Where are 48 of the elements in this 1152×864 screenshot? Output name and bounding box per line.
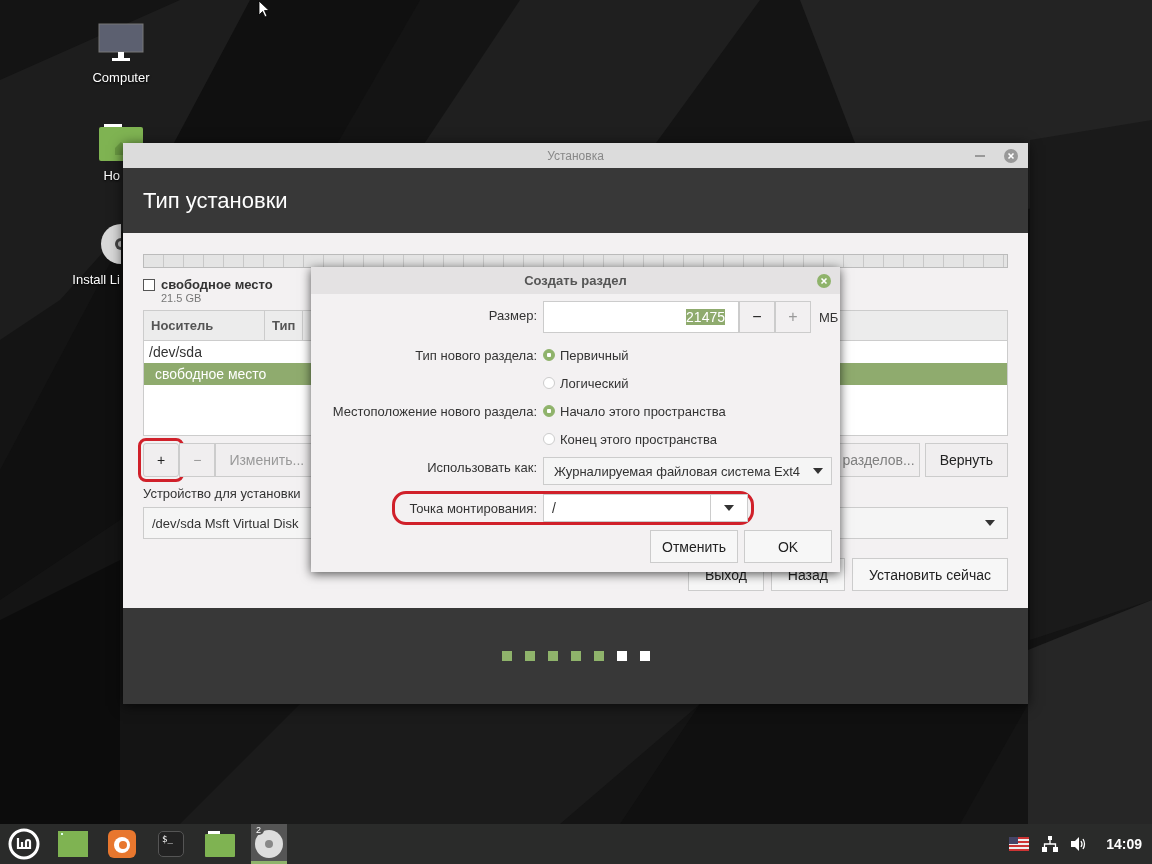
menu-icon: [8, 828, 40, 860]
computer-icon[interactable]: [97, 22, 145, 64]
dialog-button[interactable]: OK: [744, 530, 832, 563]
field-label: Местоположение нового раздела:: [331, 402, 537, 421]
checkbox[interactable]: [143, 278, 155, 291]
caret-icon: [985, 520, 995, 526]
mouse-cursor-icon: [258, 0, 270, 18]
radio-option[interactable]: Логический: [543, 369, 839, 397]
radio-option[interactable]: Начало этого пространства: [543, 397, 839, 425]
taskbar-app[interactable]: 2: [251, 824, 287, 864]
partition-button[interactable]: Вернуть: [924, 443, 1008, 477]
nav-button[interactable]: Установить сейчас: [851, 558, 1008, 591]
radio-option[interactable]: Конец этого пространства: [543, 425, 839, 453]
field-label: Использовать как:: [426, 458, 537, 477]
network-icon[interactable]: [1042, 836, 1059, 852]
mount-point-combo[interactable]: /: [543, 494, 748, 522]
field-label: Устройство для установки: [143, 486, 301, 501]
dialog-title: Создать раздел: [524, 273, 627, 288]
unit-label: МБ: [819, 309, 839, 325]
field-label: Размер:: [487, 306, 537, 325]
dialog-button[interactable]: Отменить: [650, 530, 738, 563]
column-header[interactable]: Тип: [265, 311, 304, 340]
field-label: Точка монтирования:: [408, 499, 537, 518]
radio-option[interactable]: Первичный: [543, 341, 839, 369]
browser-icon: [108, 830, 136, 858]
caret-icon: [813, 468, 823, 474]
close-icon[interactable]: [1004, 149, 1018, 163]
desktop-icon-label[interactable]: Ho: [103, 168, 120, 183]
taskbar-app[interactable]: $_: [153, 824, 189, 864]
page-heading: Тип установки: [143, 187, 288, 214]
folder-icon: [205, 831, 235, 857]
window-title: Установка: [547, 148, 604, 163]
window-icon: [58, 831, 88, 857]
disc-icon: [254, 829, 284, 859]
flag-icon[interactable]: [1009, 837, 1030, 851]
filesystem-dropdown[interactable]: Журналируемая файловая система Ext4: [543, 457, 832, 485]
count-badge: 2: [253, 825, 264, 835]
column-header[interactable]: Носитель: [144, 311, 265, 340]
partition-legend-label: свободное место: [161, 277, 273, 292]
decrement-button[interactable]: −: [739, 301, 775, 333]
desktop-icon-label[interactable]: Computer: [92, 70, 150, 85]
terminal-icon: $_: [158, 831, 184, 857]
caret-icon: [724, 505, 734, 511]
clock[interactable]: 14:09: [1106, 836, 1142, 852]
volume-icon[interactable]: [1071, 836, 1088, 852]
field-label: Тип нового раздела:: [414, 346, 537, 365]
partition-size: 21.5 GB: [161, 292, 203, 304]
desktop-icon-label[interactable]: Install Li: [72, 272, 120, 287]
